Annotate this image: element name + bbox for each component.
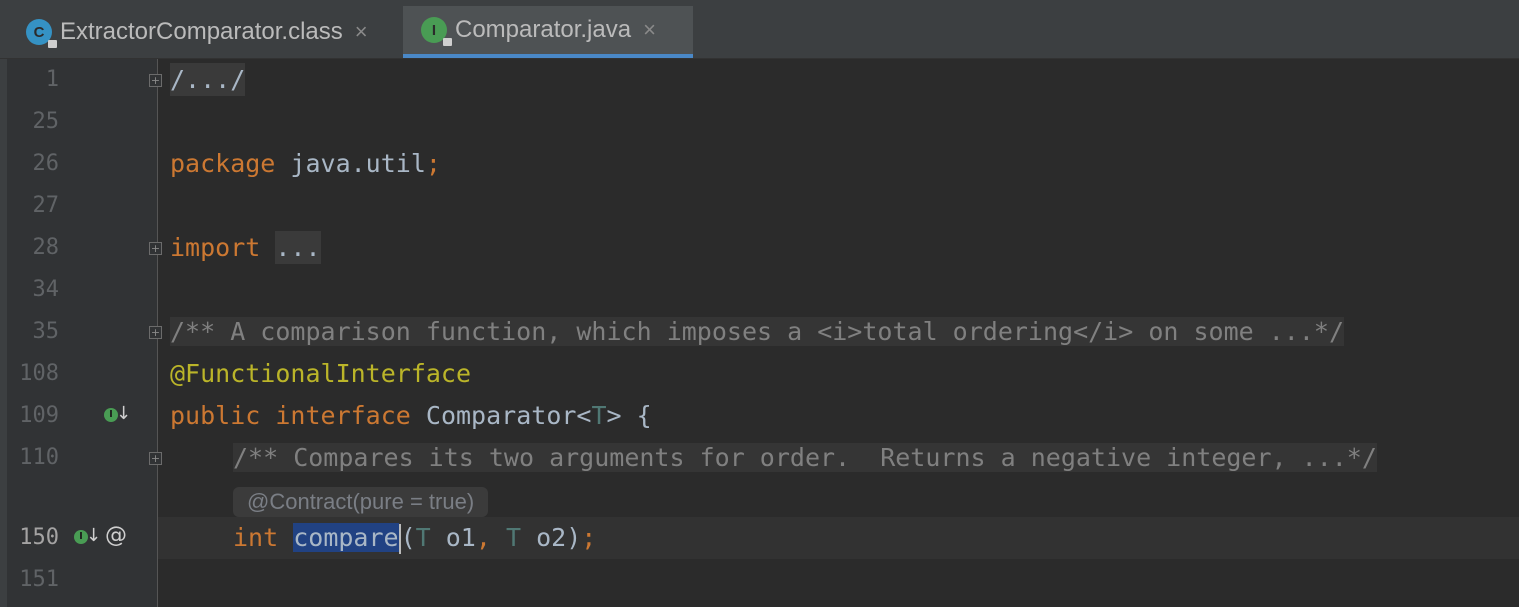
annotation-gutter-icon[interactable]: @ [105,523,127,548]
lock-icon [48,40,57,48]
tab-comparator-java[interactable]: I Comparator.java × [403,6,693,58]
class-icon: C [26,19,57,48]
folded-doc-comment[interactable]: /** A comparison function, which imposes… [170,317,1344,346]
code-line[interactable]: /** Compares its two arguments for order… [233,437,1377,479]
code-line[interactable]: /** A comparison function, which imposes… [170,311,1344,353]
left-panel-edge [0,59,7,607]
interface-icon: I [421,17,452,46]
keyword: int [233,523,279,552]
semicolon: ; [425,149,441,178]
down-arrow-icon: ↓ [116,403,132,424]
fold-expand-icon[interactable]: + [149,452,162,465]
selected-method-name[interactable]: compare [293,523,399,552]
folded-header[interactable]: /.../ [170,63,246,96]
close-icon[interactable]: × [355,19,368,45]
brace: > { [606,401,652,430]
line-number: 150 [19,525,59,550]
line-number: 1 [45,67,59,92]
code-line[interactable]: public interface Comparator<T> { [170,395,652,437]
code-line[interactable]: @FunctionalInterface [170,353,471,395]
tab-label: ExtractorComparator.class [60,18,343,45]
line-number: 28 [32,235,60,260]
annotation: @FunctionalInterface [170,359,472,388]
code-line[interactable]: int compare(T o1, T o2); [233,517,596,559]
tab-extractor-comparator[interactable]: C ExtractorComparator.class × [20,6,398,58]
type-parameter: T [505,523,522,552]
keyword: interface [275,401,411,430]
line-number: 110 [19,445,59,470]
comma: , [475,523,491,552]
fold-expand-icon[interactable]: + [149,242,162,255]
line-number: 25 [32,109,60,134]
inlay-hint-contract[interactable]: @Contract(pure = true) [233,487,489,517]
interface-name: Comparator< [425,401,592,430]
line-number: 34 [32,277,60,302]
editor-tab-bar: C ExtractorComparator.class × I Comparat… [0,0,1519,59]
code-line[interactable]: package java.util; [170,143,441,185]
fold-expand-icon[interactable]: + [149,326,162,339]
code-editor[interactable]: 1 25 26 27 28 34 35 108 109 110 150 151 … [0,59,1519,607]
line-number: 27 [32,193,60,218]
folded-doc-comment[interactable]: /** Compares its two arguments for order… [233,443,1377,472]
paren: ( [400,523,416,552]
folded-imports[interactable]: ... [275,231,321,264]
code-line[interactable]: /.../ [170,59,246,101]
line-number: 151 [19,567,59,592]
line-number: 35 [32,319,60,344]
keyword: package [170,149,276,178]
close-icon[interactable]: × [643,17,656,43]
line-number: 108 [19,361,59,386]
type-parameter: T [415,523,431,552]
code-line[interactable]: import ... [170,227,321,269]
line-number: 26 [32,151,60,176]
parameter: o1 [430,523,476,552]
parameter: o2) [521,523,582,552]
tab-label: Comparator.java [455,16,632,43]
line-number: 109 [19,403,59,428]
type-parameter: T [591,401,607,430]
keyword: public [170,401,261,430]
down-arrow-icon: ↓ [86,525,102,546]
keyword: import [170,233,261,262]
fold-expand-icon[interactable]: + [149,74,162,87]
lock-icon [443,38,452,46]
package-name: java.util [275,149,426,178]
semicolon: ; [581,523,597,552]
